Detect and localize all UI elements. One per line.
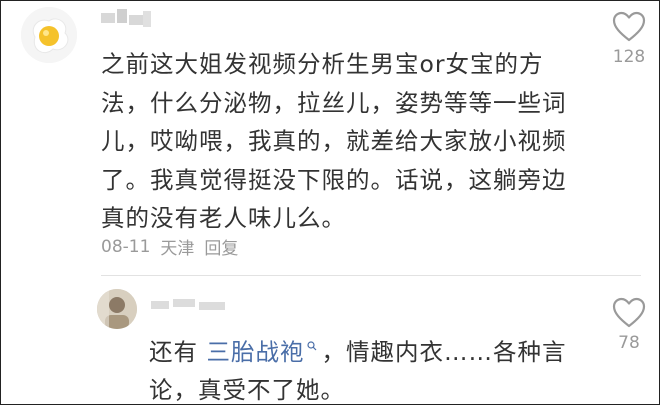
divider bbox=[101, 275, 641, 276]
heart-outline-icon bbox=[612, 11, 646, 42]
comment-date: 08-11 bbox=[101, 236, 151, 257]
reply-username-redacted bbox=[151, 299, 231, 311]
heart-outline-icon bbox=[612, 297, 646, 328]
comment-body: 之前这大姐发视频分析生男宝or女宝的方法，什么分泌物，拉丝儿，姿势等等一些词儿，… bbox=[101, 50, 567, 232]
fried-egg-icon bbox=[21, 7, 77, 63]
user-photo-icon bbox=[97, 289, 137, 329]
like-count: 128 bbox=[612, 47, 646, 67]
username-redacted bbox=[101, 9, 151, 29]
topic-link[interactable]: 三胎战袍 bbox=[206, 338, 304, 366]
search-icon[interactable] bbox=[307, 328, 317, 367]
reply-like-count: 78 bbox=[618, 333, 640, 353]
reply-like-button[interactable]: 78 bbox=[599, 297, 659, 353]
reply-avatar[interactable] bbox=[97, 289, 137, 329]
reply-button[interactable]: 回复 bbox=[204, 234, 238, 259]
comment-meta: 08-11 天津 回复 bbox=[101, 234, 238, 260]
reply-text-before: 还有 bbox=[149, 337, 207, 366]
avatar[interactable] bbox=[21, 7, 77, 63]
reply-body: 还有 三胎战袍 ，情趣内衣……各种言论，真受不了她。 bbox=[149, 328, 599, 410]
comment-card: 之前这大姐发视频分析生男宝or女宝的方法，什么分泌物，拉丝儿，姿势等等一些词儿，… bbox=[0, 0, 660, 405]
comment-location: 天津 bbox=[160, 239, 195, 259]
like-button[interactable]: 128 bbox=[599, 11, 659, 67]
